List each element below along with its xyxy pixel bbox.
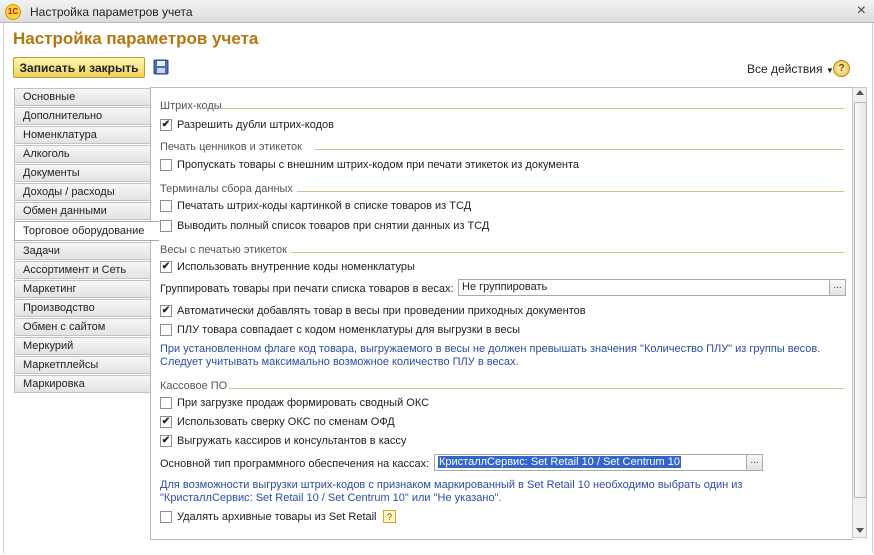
internal-codes-label: Использовать внутренние коды номенклатур… <box>177 261 415 273</box>
save-and-close-button[interactable]: Записать и закрыть <box>13 57 145 78</box>
plu-match-checkbox[interactable] <box>160 324 172 336</box>
full-list-label: Выводить полный список товаров при сняти… <box>177 220 490 232</box>
sidebar-tab[interactable]: Документы <box>14 164 151 182</box>
help-icon[interactable]: ? <box>833 60 850 77</box>
all-actions-menu[interactable]: Все действия ▼ <box>747 62 834 76</box>
scales-note-line-2: Следует учитывать максимально возможное … <box>160 356 519 368</box>
summary-oks-label: При загрузке продаж формировать сводный … <box>177 397 430 409</box>
sidebar-tab[interactable]: Дополнительно <box>14 107 151 125</box>
settings-content-panel: Штрих-коды ✔ Разрешить дубли штрих-кодов… <box>150 87 853 540</box>
print-barcode-picture-checkbox[interactable] <box>160 200 172 212</box>
summary-oks-checkbox[interactable] <box>160 397 172 409</box>
hint-question-icon[interactable]: ? <box>383 510 396 523</box>
group-title-scales: Весы с печатью этикеток <box>160 244 287 256</box>
group-title-price-tags: Печать ценников и этикеток <box>160 141 302 153</box>
group-by-field[interactable]: Не группировать <box>458 279 830 296</box>
allow-duplicate-barcodes-checkbox[interactable]: ✔ <box>160 119 172 131</box>
sidebar-tab[interactable]: Ассортимент и Сеть <box>14 261 151 279</box>
group-title-tsd: Терминалы сбора данных <box>160 183 293 195</box>
sidebar-tab[interactable]: Маркировка <box>14 375 151 393</box>
print-barcode-picture-label: Печатать штрих-коды картинкой в списке т… <box>177 200 472 212</box>
group-divider <box>297 191 844 192</box>
sidebar-tab[interactable]: Торговое оборудование <box>14 221 159 241</box>
internal-codes-checkbox[interactable]: ✔ <box>160 261 172 273</box>
content-scrollbar[interactable] <box>852 87 867 538</box>
scrollbar-thumb[interactable] <box>854 102 867 498</box>
sidebar-tab[interactable]: Маркетплейсы <box>14 356 151 374</box>
sidebar-tab[interactable]: Задачи <box>14 242 151 260</box>
form-title: Настройка параметров учета <box>13 29 259 48</box>
sidebar-tab[interactable]: Алкоголь <box>14 145 151 163</box>
pos-note-line-2: "КристаллСервис: Set Retail 10 / Set Cen… <box>160 492 502 504</box>
export-cashiers-checkbox[interactable]: ✔ <box>160 435 172 447</box>
group-divider <box>219 108 844 109</box>
auto-add-to-scales-checkbox[interactable]: ✔ <box>160 305 172 317</box>
all-actions-label: Все действия <box>747 62 823 76</box>
delete-archive-label: Удалять архивные товары из Set Retail <box>177 511 377 523</box>
sidebar-tab[interactable]: Обмен с сайтом <box>14 318 151 336</box>
sidebar-tab[interactable]: Обмен данными <box>14 202 151 220</box>
sidebar-tab[interactable]: Меркурий <box>14 337 151 355</box>
pos-software-value: КристаллСервис: Set Retail 10 / Set Cent… <box>438 456 682 468</box>
sidebar-tab[interactable]: Маркетинг <box>14 280 151 298</box>
scroll-up-icon[interactable] <box>856 90 864 95</box>
group-divider <box>229 388 844 389</box>
settings-sidebar: Основные Дополнительно Номенклатура Алкогол… <box>14 88 159 394</box>
plu-match-label: ПЛУ товара совпадает с кодом номенклатур… <box>177 324 520 336</box>
sidebar-tab[interactable]: Производство <box>14 299 151 317</box>
group-by-select-button[interactable]: ... <box>829 279 846 296</box>
skip-external-barcode-label: Пропускать товары с внешним штрих-кодом … <box>177 159 580 171</box>
allow-duplicate-barcodes-label: Разрешить дубли штрих-кодов <box>177 119 334 131</box>
sidebar-tab[interactable]: Номенклатура <box>14 126 151 144</box>
pos-software-field[interactable]: КристаллСервис: Set Retail 10 / Set Cent… <box>434 454 747 471</box>
scales-note-line-1: При установленном флаге код товара, выгр… <box>160 343 821 355</box>
save-disk-icon[interactable] <box>153 59 169 75</box>
window-title-bar: 1С Настройка параметров учета × <box>0 0 874 23</box>
ofd-check-checkbox[interactable]: ✔ <box>160 416 172 428</box>
group-title-barcodes: Штрих-коды <box>160 100 222 112</box>
scroll-down-icon[interactable] <box>856 528 864 533</box>
sidebar-tab[interactable]: Доходы / расходы <box>14 183 151 201</box>
pos-software-select-button[interactable]: ... <box>746 454 763 471</box>
skip-external-barcode-checkbox[interactable] <box>160 159 172 171</box>
delete-archive-checkbox[interactable] <box>160 511 172 523</box>
group-divider <box>291 252 844 253</box>
sidebar-tab[interactable]: Основные <box>14 88 151 106</box>
full-list-checkbox[interactable] <box>160 220 172 232</box>
export-cashiers-label: Выгружать кассиров и консультантов в кас… <box>177 435 407 447</box>
auto-add-to-scales-label: Автоматически добавлять товар в весы при… <box>177 305 586 317</box>
group-title-pos: Кассовое ПО <box>160 380 228 392</box>
window-title: Настройка параметров учета <box>30 5 193 19</box>
group-divider <box>315 149 844 150</box>
app-logo-icon: 1С <box>5 4 21 20</box>
pos-software-label: Основной тип программного обеспечения на… <box>160 458 430 470</box>
pos-note-line-1: Для возможности выгрузки штрих-кодов с п… <box>160 479 743 491</box>
group-by-label: Группировать товары при печати списка то… <box>160 283 454 295</box>
ofd-check-label: Использовать сверку ОКС по сменам ОФД <box>177 416 395 428</box>
close-icon[interactable]: × <box>857 2 866 20</box>
